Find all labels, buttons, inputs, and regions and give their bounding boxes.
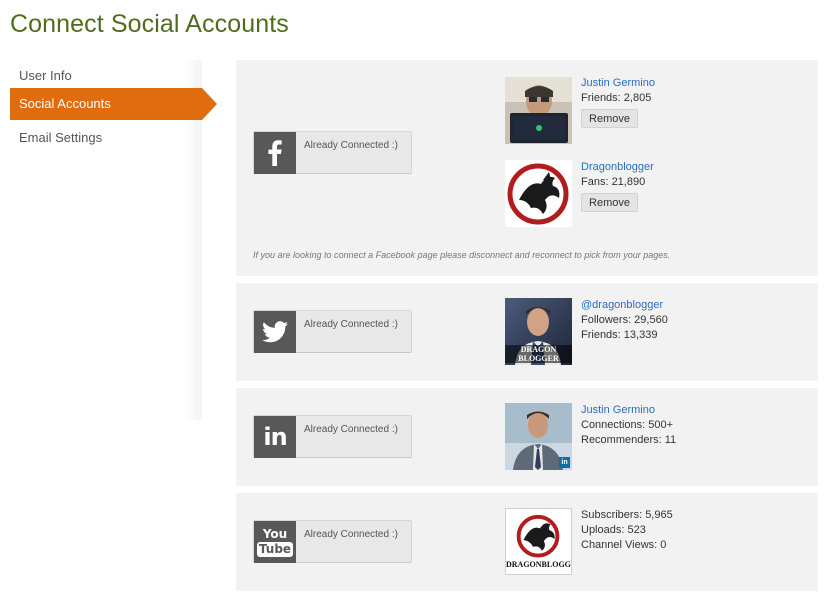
connect-status: Already Connected :) [304, 140, 398, 151]
linkedin-badge-icon: in [559, 457, 570, 468]
account-stat: Uploads: 523 [581, 524, 646, 536]
youtube-connect-button[interactable]: You Tube Already Connected :) [253, 520, 412, 563]
avatar-caption: DRAGONBLOGGER [506, 560, 571, 569]
remove-button[interactable]: Remove [581, 193, 638, 212]
sidebar: User Info Social Accounts Email Settings [10, 60, 217, 420]
connect-status: Already Connected :) [304, 319, 398, 330]
connect-status: Already Connected :) [304, 424, 398, 435]
avatar-justin-germino [505, 77, 572, 144]
facebook-icon [254, 132, 296, 174]
avatar-caption: DRAGON BLOGGER [505, 345, 572, 363]
remove-button[interactable]: Remove [581, 109, 638, 128]
twitter-connect-button[interactable]: Already Connected :) [253, 310, 412, 353]
avatar-justin-germino-linkedin: in [505, 403, 572, 470]
linkedin-panel: in Already Connected :) in Justin Germin… [236, 388, 818, 486]
avatar-dragonblogger-twitter: DRAGON BLOGGER [505, 298, 572, 365]
youtube-icon: You Tube [254, 521, 296, 563]
account-stat: Connections: 500+ [581, 419, 674, 431]
connect-status: Already Connected :) [304, 529, 398, 540]
facebook-page-note: If you are looking to connect a Facebook… [253, 250, 671, 260]
twitter-icon [254, 311, 296, 353]
sidebar-item-social-accounts[interactable]: Social Accounts [10, 88, 217, 120]
account-name-link[interactable]: Justin Germino [581, 76, 655, 91]
facebook-account-1: Justin Germino Friends: 2,805 Remove [581, 76, 655, 128]
twitter-account: @dragonblogger Followers: 29,560 Friends… [581, 298, 668, 343]
account-stat: Recommenders: 11 [581, 434, 677, 446]
linkedin-account: Justin Germino Connections: 500+ Recomme… [581, 403, 676, 448]
account-stat: Followers: 29,560 [581, 314, 668, 326]
facebook-panel: Already Connected :) Justin Germino Frie… [236, 60, 818, 276]
linkedin-icon: in [254, 416, 296, 458]
linkedin-connect-button[interactable]: in Already Connected :) [253, 415, 412, 458]
account-stat: Fans: 21,890 [581, 176, 646, 188]
youtube-account: Subscribers: 5,965 Uploads: 523 Channel … [581, 508, 673, 553]
account-stat: Subscribers: 5,965 [581, 509, 673, 521]
facebook-connect-button[interactable]: Already Connected :) [253, 131, 412, 174]
account-name-link[interactable]: Justin Germino [581, 403, 676, 418]
facebook-account-2: Dragonblogger Fans: 21,890 Remove [581, 160, 654, 212]
account-name-link[interactable]: Dragonblogger [581, 160, 654, 175]
avatar-dragonblogger [505, 160, 572, 227]
sidebar-item-email-settings[interactable]: Email Settings [10, 122, 202, 154]
account-name-link[interactable]: @dragonblogger [581, 298, 668, 313]
youtube-panel: You Tube Already Connected :) DRAGONBLOG… [236, 493, 818, 591]
twitter-panel: Already Connected :) DRAGON BLOGGER @dra… [236, 283, 818, 381]
account-stat: Channel Views: 0 [581, 539, 667, 551]
avatar-dragonblogger-youtube: DRAGONBLOGGER [505, 508, 572, 575]
page-title: Connect Social Accounts [10, 10, 289, 38]
account-stat: Friends: 13,339 [581, 329, 658, 341]
account-stat: Friends: 2,805 [581, 92, 652, 104]
